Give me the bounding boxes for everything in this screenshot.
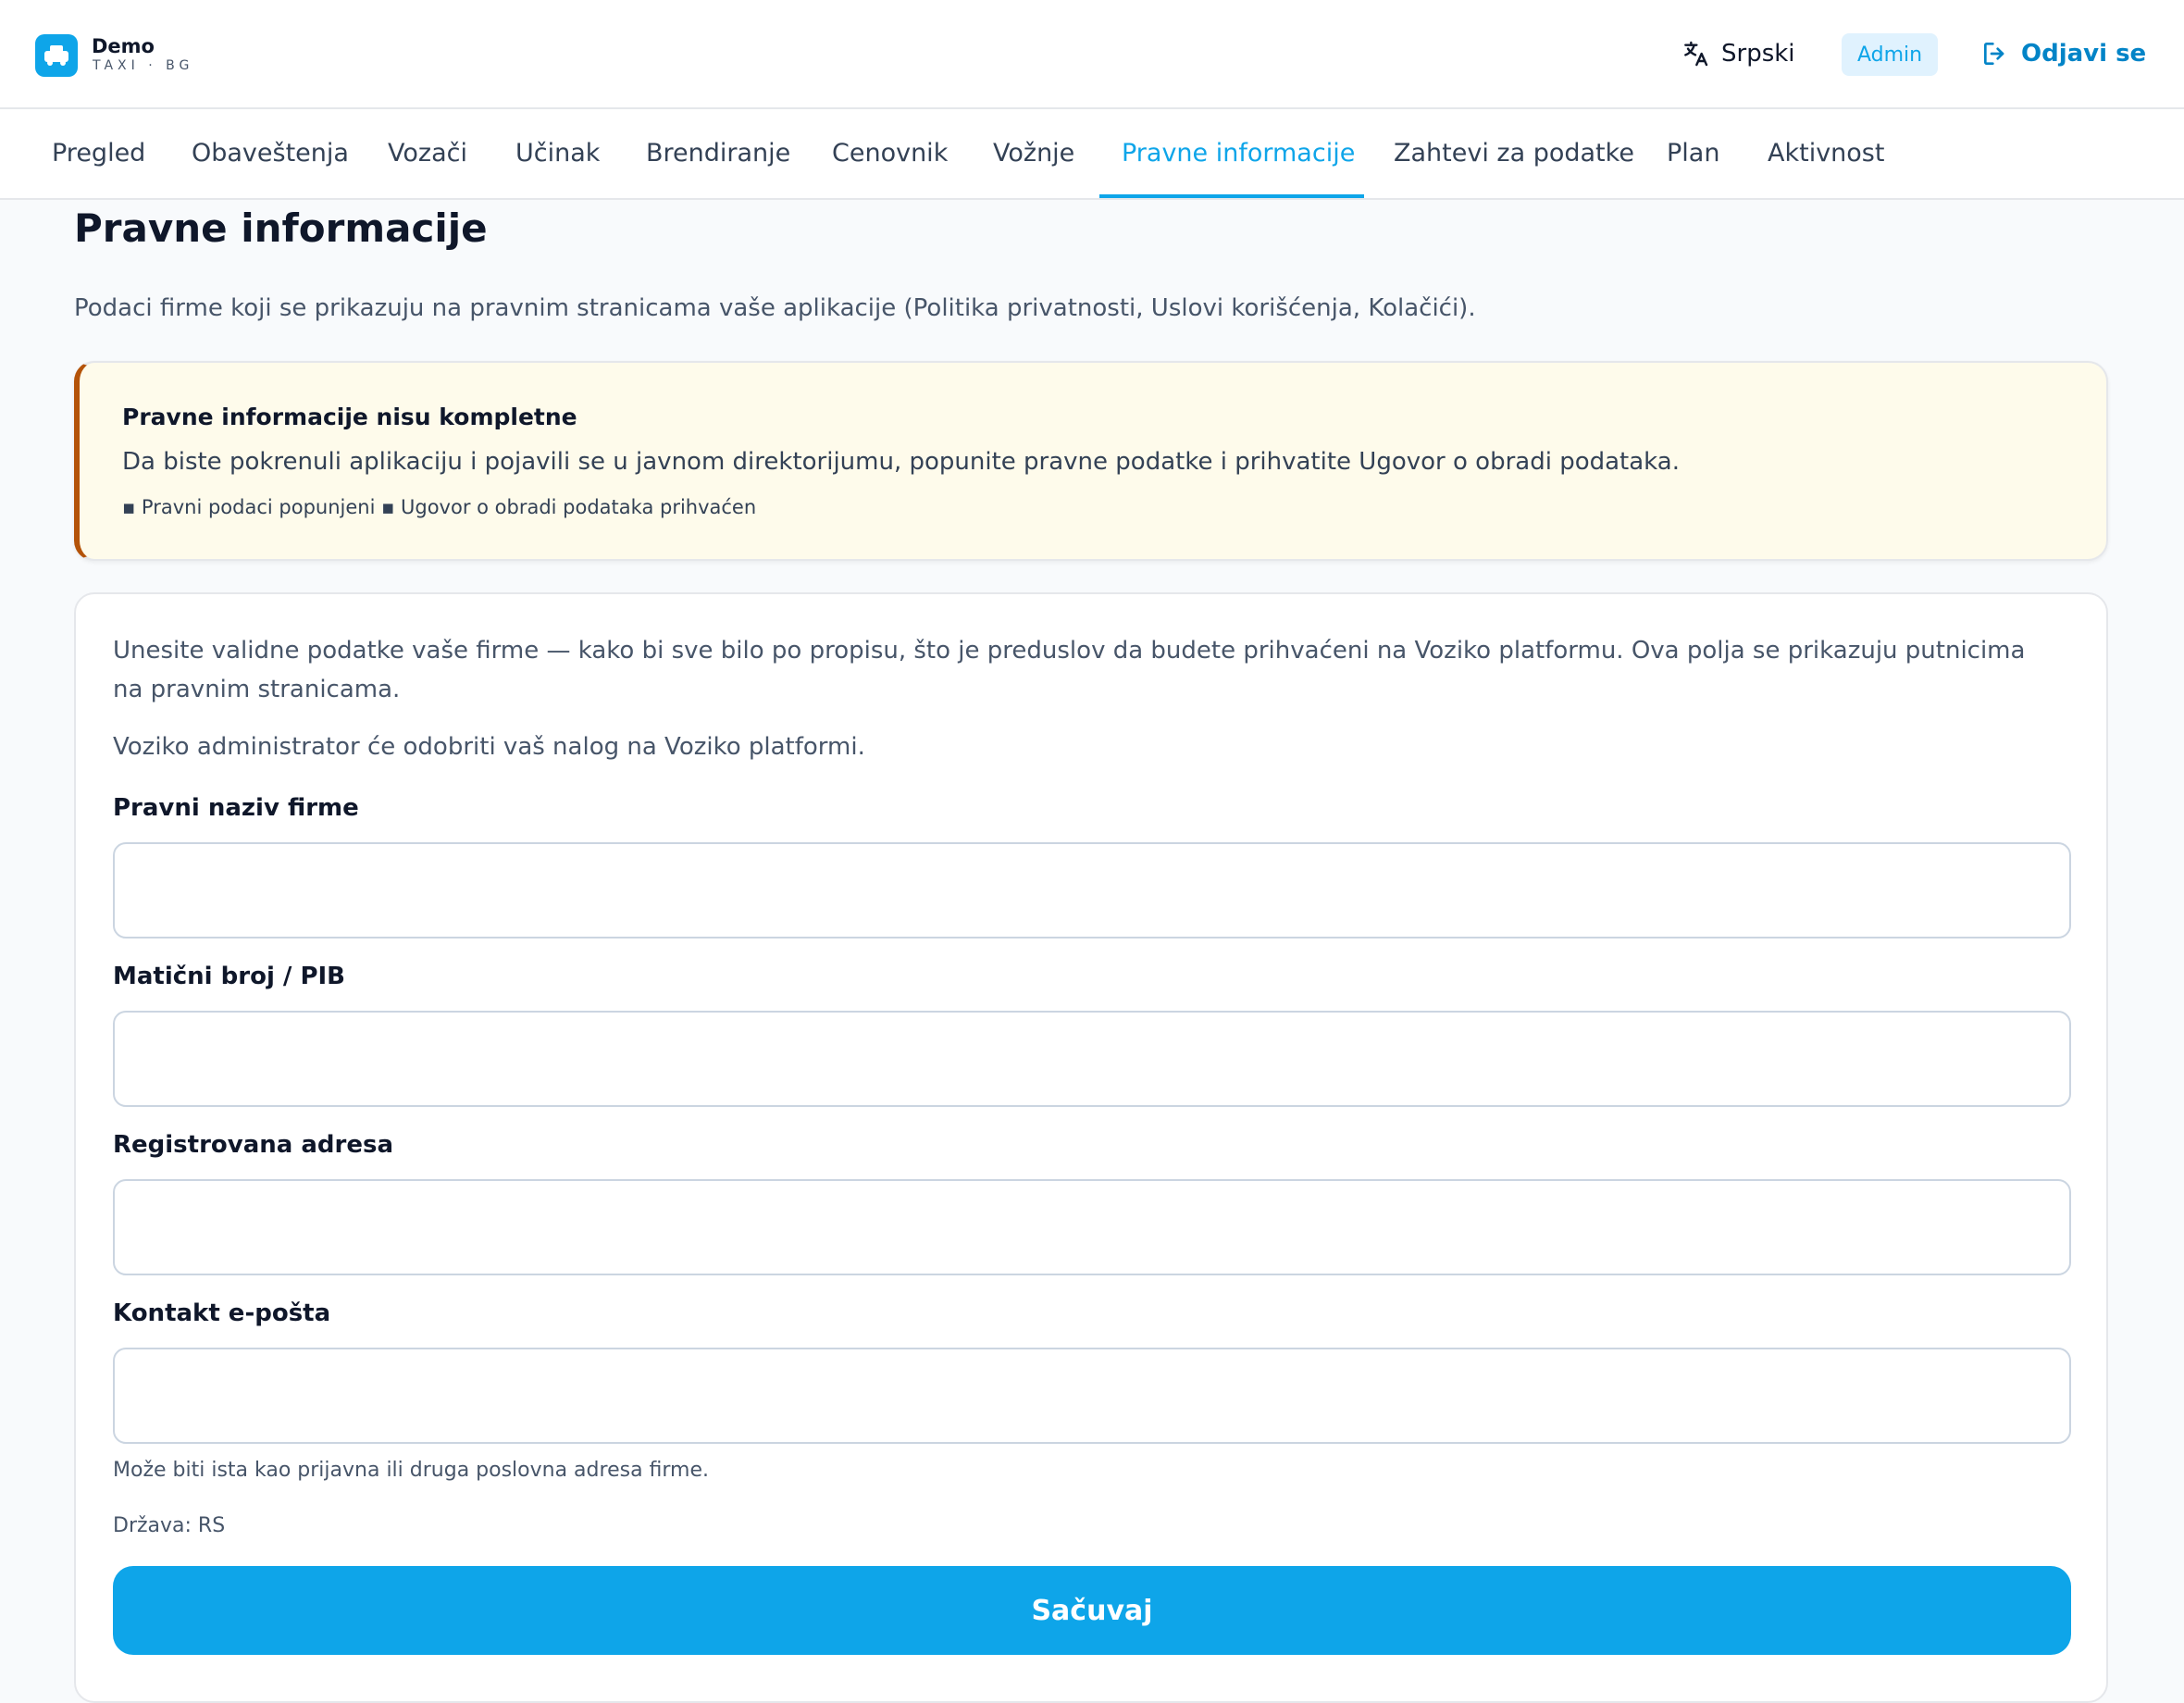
logout-label: Odjavi se xyxy=(2021,40,2147,68)
warning-checklist: ▪ Pravni podaci popunjeni ▪ Ugovor o obr… xyxy=(122,496,757,518)
logout-button[interactable]: Odjavi se xyxy=(1980,37,2146,70)
brand-subtitle: TAXI · BG xyxy=(93,58,194,73)
save-button[interactable]: Sačuvaj xyxy=(113,1566,2071,1655)
registration-number-label: Matični broj / PIB xyxy=(113,963,345,990)
page-description: Podaci firme koji se prikazuju na pravni… xyxy=(74,294,1476,322)
brand-name: Demo xyxy=(92,35,155,57)
registered-address-label: Registrovana adresa xyxy=(113,1131,393,1159)
tab-voznje[interactable]: Vožnje xyxy=(993,109,1074,198)
tab-obavestenja[interactable]: Obaveštenja xyxy=(192,109,349,198)
active-tab-indicator xyxy=(1099,194,1364,198)
address-hint: Može biti ista kao prijavna ili druga po… xyxy=(113,1459,710,1482)
language-switcher[interactable]: Srpski xyxy=(1681,37,1795,70)
contact-email-label: Kontakt e-pošta xyxy=(113,1299,331,1327)
tab-aktivnost[interactable]: Aktivnost xyxy=(1768,109,1884,198)
tab-cenovnik[interactable]: Cenovnik xyxy=(832,109,948,198)
tab-bar: Pregled Obaveštenja Vozači Učinak Brendi… xyxy=(0,109,2184,200)
tab-pregled[interactable]: Pregled xyxy=(52,109,145,198)
tab-ucinak[interactable]: Učinak xyxy=(515,109,600,198)
contact-email-input[interactable] xyxy=(113,1348,2071,1444)
incomplete-warning-banner: Pravne informacije nisu kompletne Da bis… xyxy=(74,361,2108,561)
logout-icon xyxy=(1984,43,2004,65)
tab-plan[interactable]: Plan xyxy=(1667,109,1719,198)
translate-icon xyxy=(1684,41,1708,67)
role-badge: Admin xyxy=(1842,33,1938,76)
registration-number-input[interactable] xyxy=(113,1011,2071,1107)
tab-vozaci[interactable]: Vozači xyxy=(388,109,467,198)
tab-brendiranje[interactable]: Brendiranje xyxy=(646,109,790,198)
page-title: Pravne informacije xyxy=(74,205,488,251)
taxi-icon xyxy=(35,34,78,77)
legal-name-label: Pravni naziv firme xyxy=(113,794,359,822)
top-header: Demo TAXI · BG Srpski Admin Odjavi se xyxy=(0,0,2184,109)
tab-pravne-informacije[interactable]: Pravne informacije xyxy=(1122,109,1355,198)
registered-address-input[interactable] xyxy=(113,1179,2071,1275)
legal-info-form-card: Unesite validne podatke vaše firme — kak… xyxy=(74,592,2108,1703)
tab-zahtevi-za-podatke[interactable]: Zahtevi za podatke xyxy=(1394,109,1634,198)
form-intro: Unesite validne podatke vaše firme — kak… xyxy=(113,637,2026,703)
warning-title: Pravne informacije nisu kompletne xyxy=(122,404,577,430)
warning-text: Da biste pokrenuli aplikaciju i pojavili… xyxy=(122,448,1680,476)
admin-approval-note: Voziko administrator će odobriti vaš nal… xyxy=(113,733,865,761)
legal-name-input[interactable] xyxy=(113,842,2071,939)
language-label: Srpski xyxy=(1721,40,1795,68)
country-label: Država: RS xyxy=(113,1514,226,1537)
